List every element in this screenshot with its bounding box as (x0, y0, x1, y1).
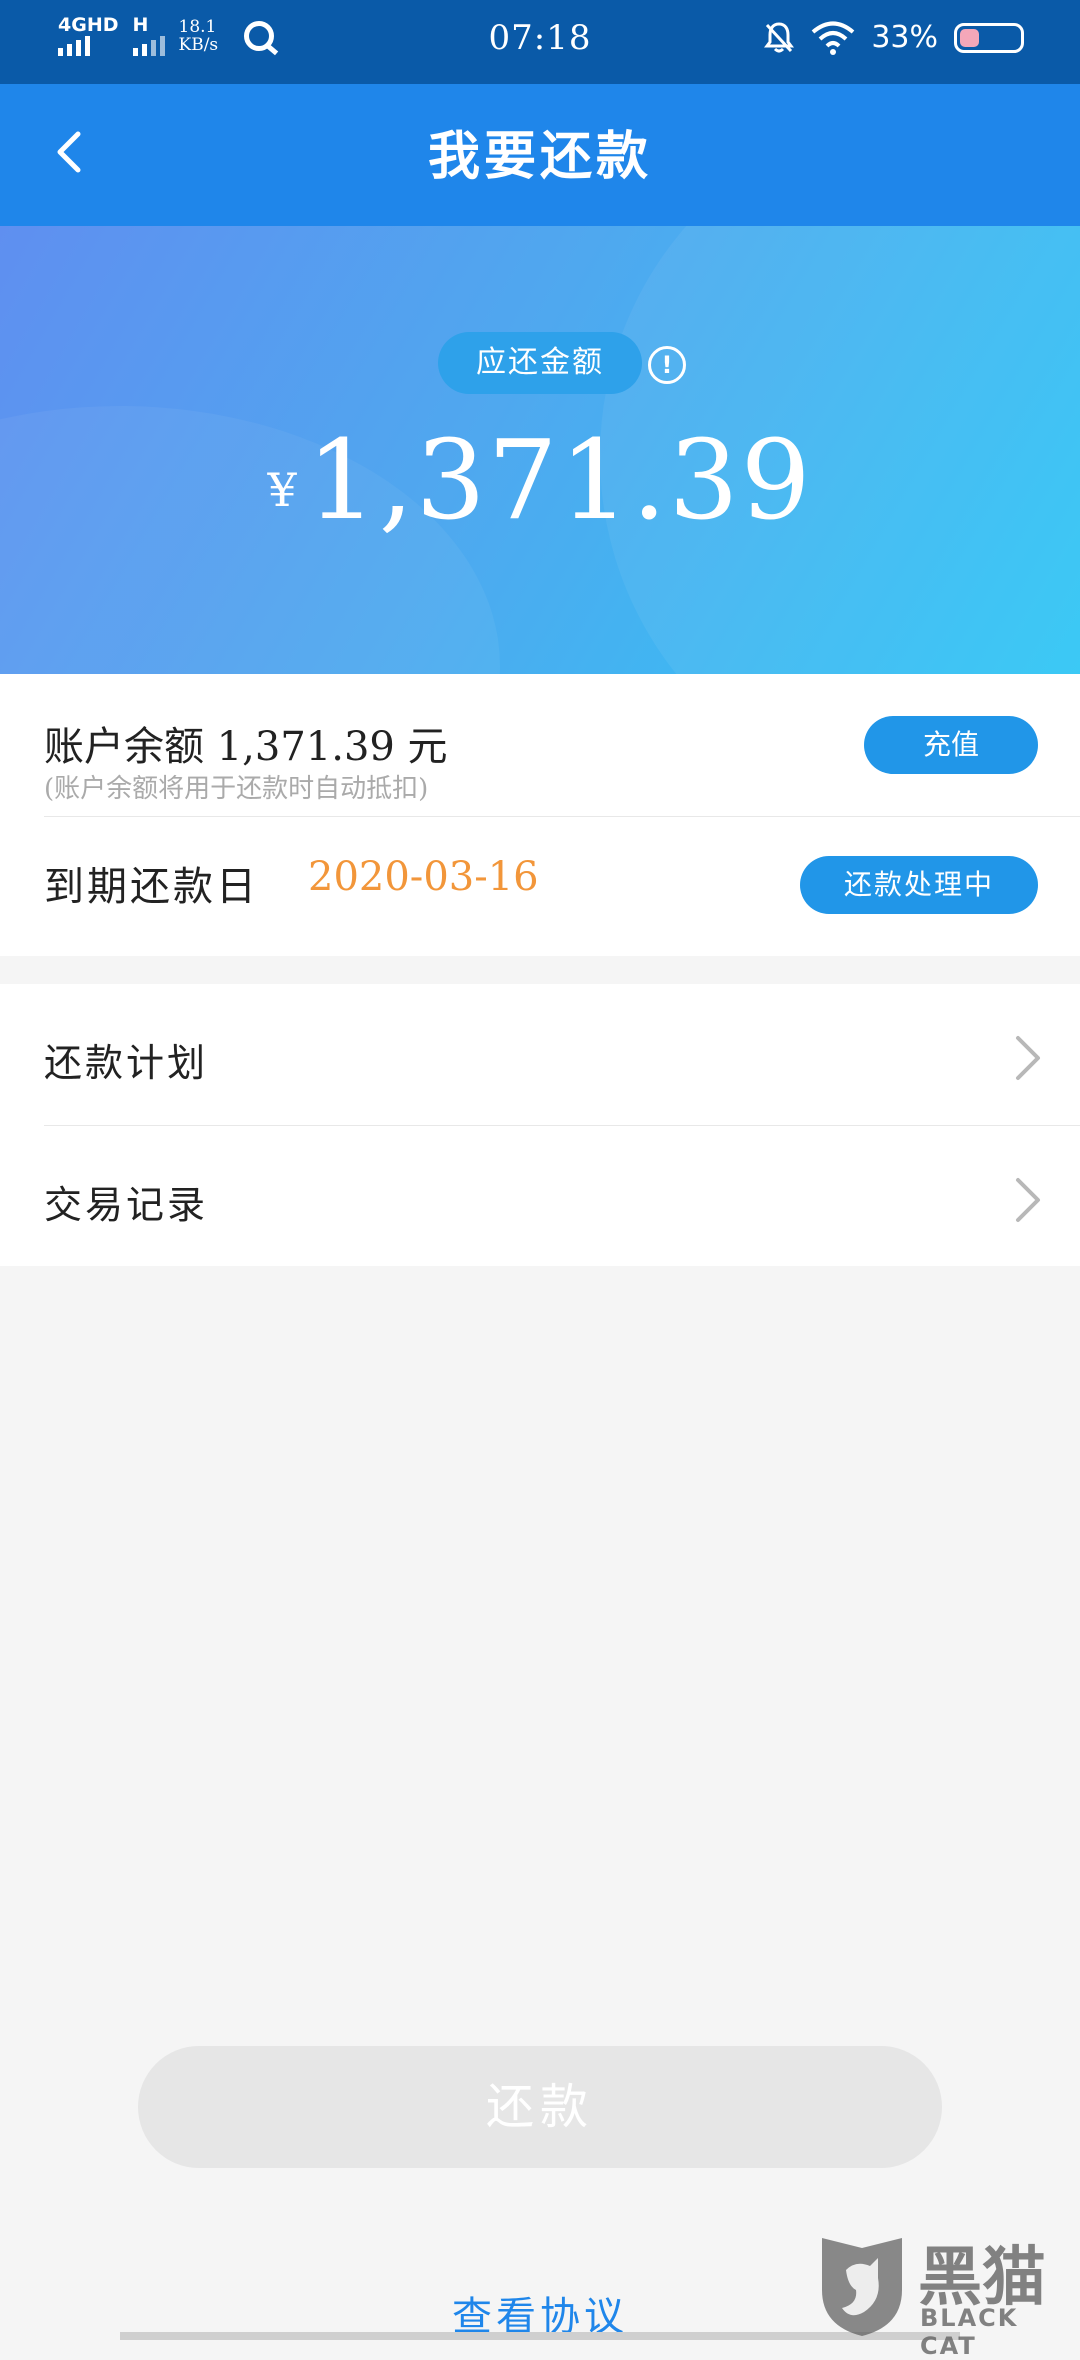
menu-item-transactions[interactable]: 交易记录 (0, 1126, 1080, 1266)
repay-button[interactable]: 还款 (138, 2046, 942, 2168)
chevron-right-icon (1016, 1178, 1040, 1222)
amount-due-value: 1,371.39 (306, 416, 813, 544)
wifi-icon (812, 21, 855, 55)
account-card: 账户余额 1,371.39 元 (账户余额将用于还款时自动抵扣) 充值 到期还款… (0, 674, 1080, 956)
account-balance: 账户余额 1,371.39 元 (44, 724, 448, 770)
account-balance-note: (账户余额将用于还款时自动抵扣) (44, 774, 429, 804)
black-cat-watermark: 黑猫 BLACK CAT (808, 2222, 1080, 2360)
amount-due-label: 应还金额 (438, 332, 642, 394)
menu-item-label: 还款计划 (44, 1041, 209, 1085)
repayment-status-button[interactable]: 还款处理中 (800, 856, 1038, 914)
status-right: 33% (763, 20, 1024, 55)
amount-row: ¥1,371.39 (0, 416, 1080, 544)
divider (44, 816, 1080, 817)
chevron-right-icon (1016, 1036, 1040, 1080)
due-date-value: 2020-03-16 (308, 854, 539, 900)
info-icon[interactable]: ! (648, 346, 686, 384)
amount-due-panel: 应还金额 ! ¥1,371.39 (0, 226, 1080, 674)
black-cat-logo-icon (822, 2238, 902, 2336)
menu-item-repayment-plan[interactable]: 还款计划 (0, 984, 1080, 1124)
menu-card: 还款计划 交易记录 (0, 984, 1080, 1266)
header: 我要还款 (0, 84, 1080, 226)
currency-symbol: ¥ (267, 463, 297, 517)
watermark-text-en: BLACK CAT (920, 2304, 1019, 2360)
battery-icon (954, 22, 1024, 53)
page-title: 我要还款 (427, 126, 652, 187)
battery-fill (960, 28, 980, 47)
mute-bell-icon (764, 21, 795, 52)
menu-item-label: 交易记录 (44, 1183, 209, 1227)
due-date-label: 到期还款日 (44, 864, 259, 910)
recharge-button[interactable]: 充值 (864, 716, 1038, 774)
status-bar: 4GHD H 18.1 KB/s 07:18 33% (0, 0, 1080, 84)
battery-percent: 33% (871, 20, 938, 55)
